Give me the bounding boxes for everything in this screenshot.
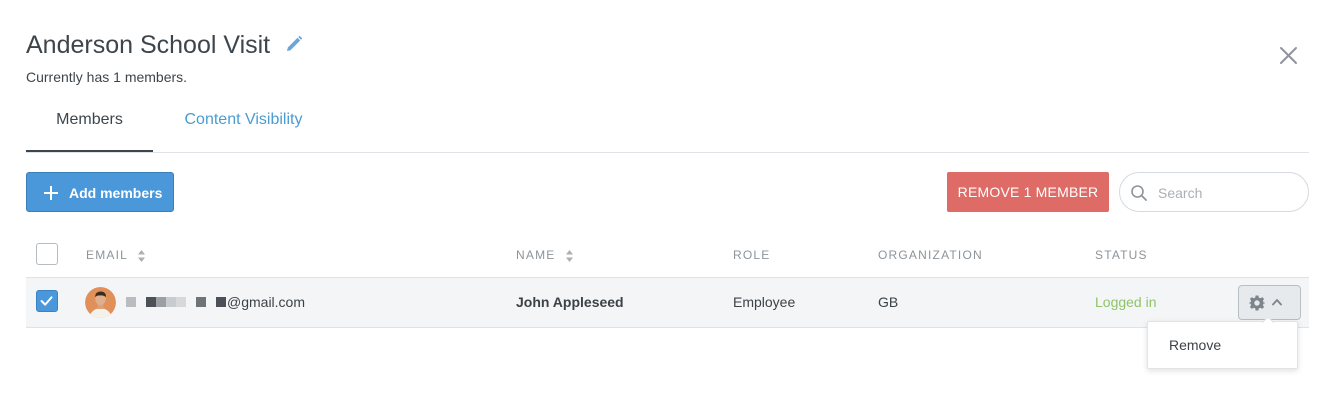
table-row[interactable]: @gmail.com John Appleseed Employee GB Lo… [26, 278, 1309, 328]
redacted-block [126, 297, 136, 307]
close-icon[interactable] [1279, 46, 1298, 65]
redacted-block [196, 297, 206, 307]
tab-content-visibility[interactable]: Content Visibility [172, 100, 315, 151]
column-email[interactable]: EMAIL [86, 248, 146, 263]
row-name: John Appleseed [516, 294, 624, 310]
chevron-up-icon [1272, 299, 1282, 306]
search-icon [1131, 185, 1147, 201]
row-role: Employee [733, 294, 796, 310]
redacted-block [156, 297, 166, 307]
add-members-label: Add members [69, 185, 163, 201]
plus-icon [44, 186, 58, 200]
redacted-block [146, 297, 156, 307]
dropdown-caret [1262, 316, 1274, 323]
checkmark-icon [40, 296, 53, 306]
search-box [1119, 172, 1309, 212]
status-badge: Logged in [1095, 294, 1157, 310]
avatar [85, 287, 116, 318]
column-status: STATUS [1095, 248, 1148, 262]
add-members-button[interactable]: Add members [26, 172, 174, 212]
edit-icon[interactable] [284, 34, 304, 54]
gear-icon [1249, 295, 1265, 311]
row-checkbox[interactable] [36, 290, 58, 312]
tab-members[interactable]: Members [26, 100, 153, 152]
row-organization: GB [878, 294, 899, 310]
column-name-label: NAME [516, 248, 556, 262]
column-name[interactable]: NAME [516, 248, 574, 263]
remove-member-button[interactable]: REMOVE 1 MEMBER [947, 172, 1109, 212]
row-actions-button[interactable] [1238, 285, 1301, 320]
sort-icon [566, 249, 574, 262]
column-organization: ORGANIZATION [878, 248, 983, 262]
menu-item-remove[interactable]: Remove [1148, 322, 1297, 368]
table-header: EMAIL NAME ROLE ORGANIZATION STATUS [26, 232, 1309, 278]
member-count-text: Currently has 1 members. [26, 69, 188, 85]
sort-icon [138, 249, 146, 262]
redacted-block [166, 297, 176, 307]
page-title: Anderson School Visit [26, 31, 271, 59]
row-actions-menu: Remove [1147, 321, 1298, 369]
column-role: ROLE [733, 248, 771, 262]
row-email: @gmail.com [227, 294, 306, 310]
select-all-checkbox[interactable] [36, 243, 58, 265]
redacted-block [216, 297, 226, 307]
redacted-block [176, 297, 186, 307]
search-input[interactable] [1156, 182, 1300, 204]
column-email-label: EMAIL [86, 248, 128, 262]
tab-bar: Members Content Visibility [26, 100, 1309, 153]
